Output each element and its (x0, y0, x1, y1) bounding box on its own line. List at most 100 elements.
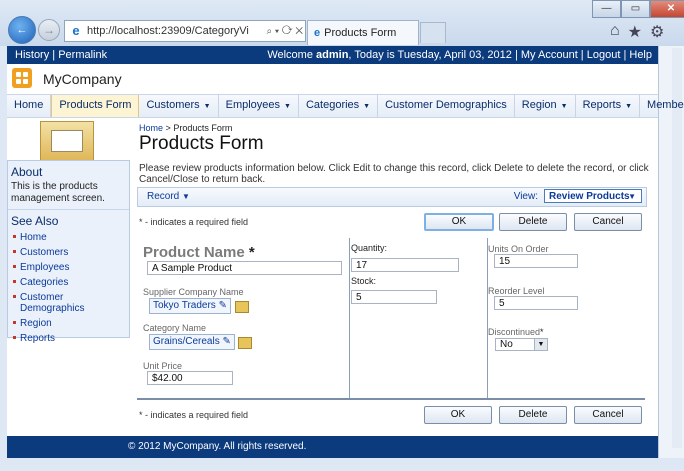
quantity-field[interactable]: 17 (351, 258, 459, 272)
window-bottom-edge (0, 458, 684, 471)
edit-pencil-icon: ✎ (222, 336, 231, 347)
product-name-field[interactable]: A Sample Product (147, 261, 342, 275)
sidebar-link-customer-demographics[interactable]: Customer Demographics (8, 290, 129, 316)
reorder-level-label: Reorder Level (488, 286, 545, 296)
menu-item-label: Region (521, 99, 557, 111)
sidebar-link-customers[interactable]: Customers (8, 245, 129, 260)
breadcrumb: Home > Products Form (139, 123, 232, 133)
menu-item-reports[interactable]: Reports ▼ (576, 95, 641, 117)
company-logo-icon (12, 68, 32, 88)
ie-page-icon: e (72, 23, 80, 38)
chevron-down-icon: ▼ (628, 192, 636, 201)
sidebar-link-employees[interactable]: Employees (8, 260, 129, 275)
tools-icon[interactable]: ⚙ (650, 22, 664, 42)
maximize-button[interactable]: ▭ (621, 0, 650, 18)
page-description: Please review products information below… (139, 163, 649, 185)
browser-tab[interactable]: e Products Form (307, 20, 419, 45)
window-left-edge (0, 46, 7, 458)
menu-item-label: Categories (305, 99, 360, 111)
sidebar-link-home[interactable]: Home (8, 230, 129, 245)
menu-item-label: Products Form (59, 99, 132, 111)
my-account-link[interactable]: My Account (521, 49, 578, 61)
breadcrumb-current: Products Form (173, 123, 233, 133)
menu-item-label: Customer Demographics (385, 99, 507, 111)
main-menu: Home Products Form Customers ▼ Employees ▼ Cat… (7, 94, 684, 118)
new-category-icon[interactable] (238, 337, 252, 349)
sidebar-link-region[interactable]: Region (8, 316, 129, 331)
sidebar-link-categories[interactable]: Categories (8, 275, 129, 290)
logout-link[interactable]: Logout (587, 49, 621, 61)
new-tab-button[interactable] (420, 22, 446, 43)
unit-price-field[interactable]: $42.00 (147, 371, 233, 385)
browser-icons: ⌂ ★ ⚙ (610, 22, 664, 42)
units-on-order-field[interactable]: 15 (494, 254, 578, 268)
ie-tab-icon: e (314, 27, 321, 39)
forward-button[interactable]: → (38, 19, 60, 41)
reorder-level-field[interactable]: 5 (494, 296, 578, 310)
cancel-button-bottom[interactable]: Cancel (574, 406, 642, 424)
ok-button-bottom[interactable]: OK (424, 406, 492, 424)
close-window-button[interactable]: ✕ (650, 0, 684, 18)
user-name: admin (316, 49, 349, 61)
menu-item-membership[interactable]: Membership (640, 95, 684, 117)
page-title: Products Form (139, 133, 264, 154)
favorites-icon[interactable]: ★ (628, 22, 642, 42)
delete-button-bottom[interactable]: Delete (499, 406, 567, 424)
menu-item-label: Customers (146, 99, 200, 111)
company-name: MyCompany (43, 71, 122, 87)
view-selector[interactable]: Review Products ▼ (544, 189, 642, 203)
url-text[interactable]: http://localhost:23909/CategoryVi (87, 25, 265, 37)
menu-item-region[interactable]: Region ▼ (515, 95, 576, 117)
home-icon[interactable]: ⌂ (610, 22, 620, 42)
menu-item-customers[interactable]: Customers ▼ (139, 95, 219, 117)
stock-field[interactable]: 5 (351, 290, 437, 304)
form-bottom-divider (137, 398, 645, 400)
product-name-label-text: Product Name (143, 244, 245, 261)
chevron-down-icon: ▼ (534, 339, 547, 350)
menu-item-label: Membership (647, 99, 684, 111)
back-button[interactable]: ← (8, 16, 36, 44)
menu-item-customer-demographics[interactable]: Customer Demographics (378, 95, 515, 117)
new-supplier-icon[interactable] (235, 301, 249, 313)
tab-title: Products Form (324, 27, 397, 39)
menu-item-categories[interactable]: Categories ▼ (299, 95, 379, 117)
help-link[interactable]: Help (629, 49, 652, 61)
address-controls[interactable]: ⌕ ▾ ⟳ ✕ (265, 26, 305, 37)
ok-button-top[interactable]: OK (424, 213, 494, 231)
sidebar-link-reports[interactable]: Reports (8, 331, 129, 346)
minimize-button[interactable]: — (592, 0, 621, 18)
menu-item-employees[interactable]: Employees ▼ (219, 95, 299, 117)
required-note-bottom: * - indicates a required field (139, 410, 249, 420)
record-menu[interactable]: Record ▼ (147, 191, 190, 202)
supplier-label: Supplier Company Name (143, 287, 244, 297)
discontinued-value: No (500, 339, 513, 350)
see-also-heading: See Also (11, 214, 59, 228)
window-controls: — ▭ ✕ (592, 0, 684, 18)
chevron-down-icon: ▼ (560, 103, 568, 110)
chevron-down-icon: ▼ (625, 103, 633, 110)
menu-item-products-form[interactable]: Products Form (51, 95, 140, 117)
discontinued-select[interactable]: No ▼ (495, 338, 548, 351)
column-divider (487, 238, 488, 398)
required-star: * (540, 327, 544, 337)
back-arrow-icon: ← (16, 24, 28, 36)
menu-item-label: Employees (225, 99, 281, 111)
category-label: Category Name (143, 323, 207, 333)
breadcrumb-home-link[interactable]: Home (139, 123, 163, 133)
delete-button-top[interactable]: Delete (499, 213, 567, 231)
column-divider (349, 238, 350, 398)
supplier-value: Tokyo Traders (153, 300, 216, 311)
cancel-button-top[interactable]: Cancel (574, 213, 642, 231)
unit-price-label: Unit Price (143, 361, 183, 371)
menu-item-home[interactable]: Home (7, 95, 52, 117)
about-text: This is the products management screen. (11, 181, 105, 204)
supplier-lookup[interactable]: Tokyo Traders ✎ (149, 298, 231, 314)
address-bar[interactable]: e http://localhost:23909/CategoryVi ⌕ ▾ … (64, 20, 306, 42)
category-lookup[interactable]: Grains/Cereals ✎ (149, 334, 235, 350)
action-bar: Record ▼ View: Review Products ▼ (137, 187, 647, 207)
permalink-link[interactable]: Permalink (58, 49, 107, 61)
record-label: Record (147, 191, 180, 202)
history-link[interactable]: History (15, 49, 49, 61)
breadcrumb-separator: > (165, 123, 171, 133)
forward-arrow-icon: → (43, 23, 55, 37)
